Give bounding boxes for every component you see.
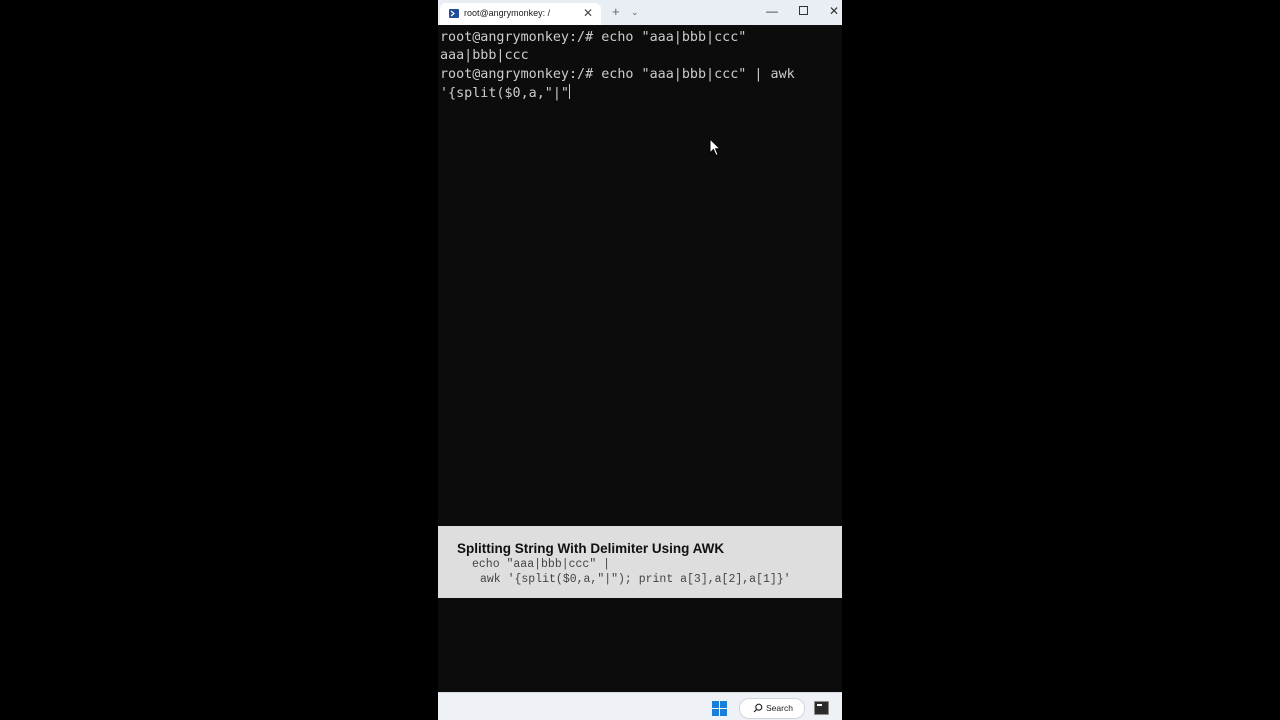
- taskbar-search-button[interactable]: Search: [739, 698, 805, 719]
- close-button[interactable]: ✕: [823, 2, 842, 20]
- search-icon: [753, 703, 763, 713]
- search-label: Search: [766, 703, 793, 713]
- tab-dropdown-button[interactable]: ⌄: [631, 6, 639, 18]
- maximize-icon: [798, 6, 808, 16]
- mouse-pointer-icon: [709, 137, 722, 162]
- tab-title: root@angrymonkey: /: [464, 8, 551, 18]
- terminal-line: root@angrymonkey:/# echo "aaa|bbb|ccc": [440, 30, 747, 45]
- terminal-input-line[interactable]: '{split($0,a,"|": [440, 83, 838, 102]
- text-cursor: [569, 83, 570, 99]
- terminal-output[interactable]: root@angrymonkey:/# echo "aaa|bbb|ccc" a…: [440, 29, 838, 102]
- tab-terminal[interactable]: root@angrymonkey: / ✕: [440, 3, 601, 25]
- taskbar: Search: [438, 692, 842, 720]
- maximize-button[interactable]: [792, 2, 814, 20]
- title-bar: root@angrymonkey: / ✕ + ⌄ — ✕: [438, 0, 842, 25]
- tab-close-icon[interactable]: ✕: [583, 6, 593, 20]
- powershell-icon: [449, 9, 459, 18]
- caption-overlay: Splitting String With Delimiter Using AW…: [438, 526, 842, 598]
- minimize-button[interactable]: —: [761, 2, 783, 20]
- windows-start-icon[interactable]: [712, 701, 727, 716]
- terminal-input-text: '{split($0,a,"|": [440, 85, 569, 101]
- caption-title: Splitting String With Delimiter Using AW…: [457, 541, 725, 556]
- terminal-app-icon[interactable]: [814, 701, 829, 715]
- new-tab-button[interactable]: +: [612, 5, 620, 19]
- caption-code-line: echo "aaa|bbb|ccc" |: [472, 558, 611, 571]
- terminal-window: root@angrymonkey: / ✕ + ⌄ — ✕ root@angry…: [438, 0, 842, 720]
- caption-code-line: awk '{split($0,a,"|"); print a[3],a[2],a…: [480, 573, 791, 586]
- terminal-line: aaa|bbb|ccc: [440, 48, 529, 64]
- terminal-line: root@angrymonkey:/# echo "aaa|bbb|ccc" |…: [440, 66, 795, 82]
